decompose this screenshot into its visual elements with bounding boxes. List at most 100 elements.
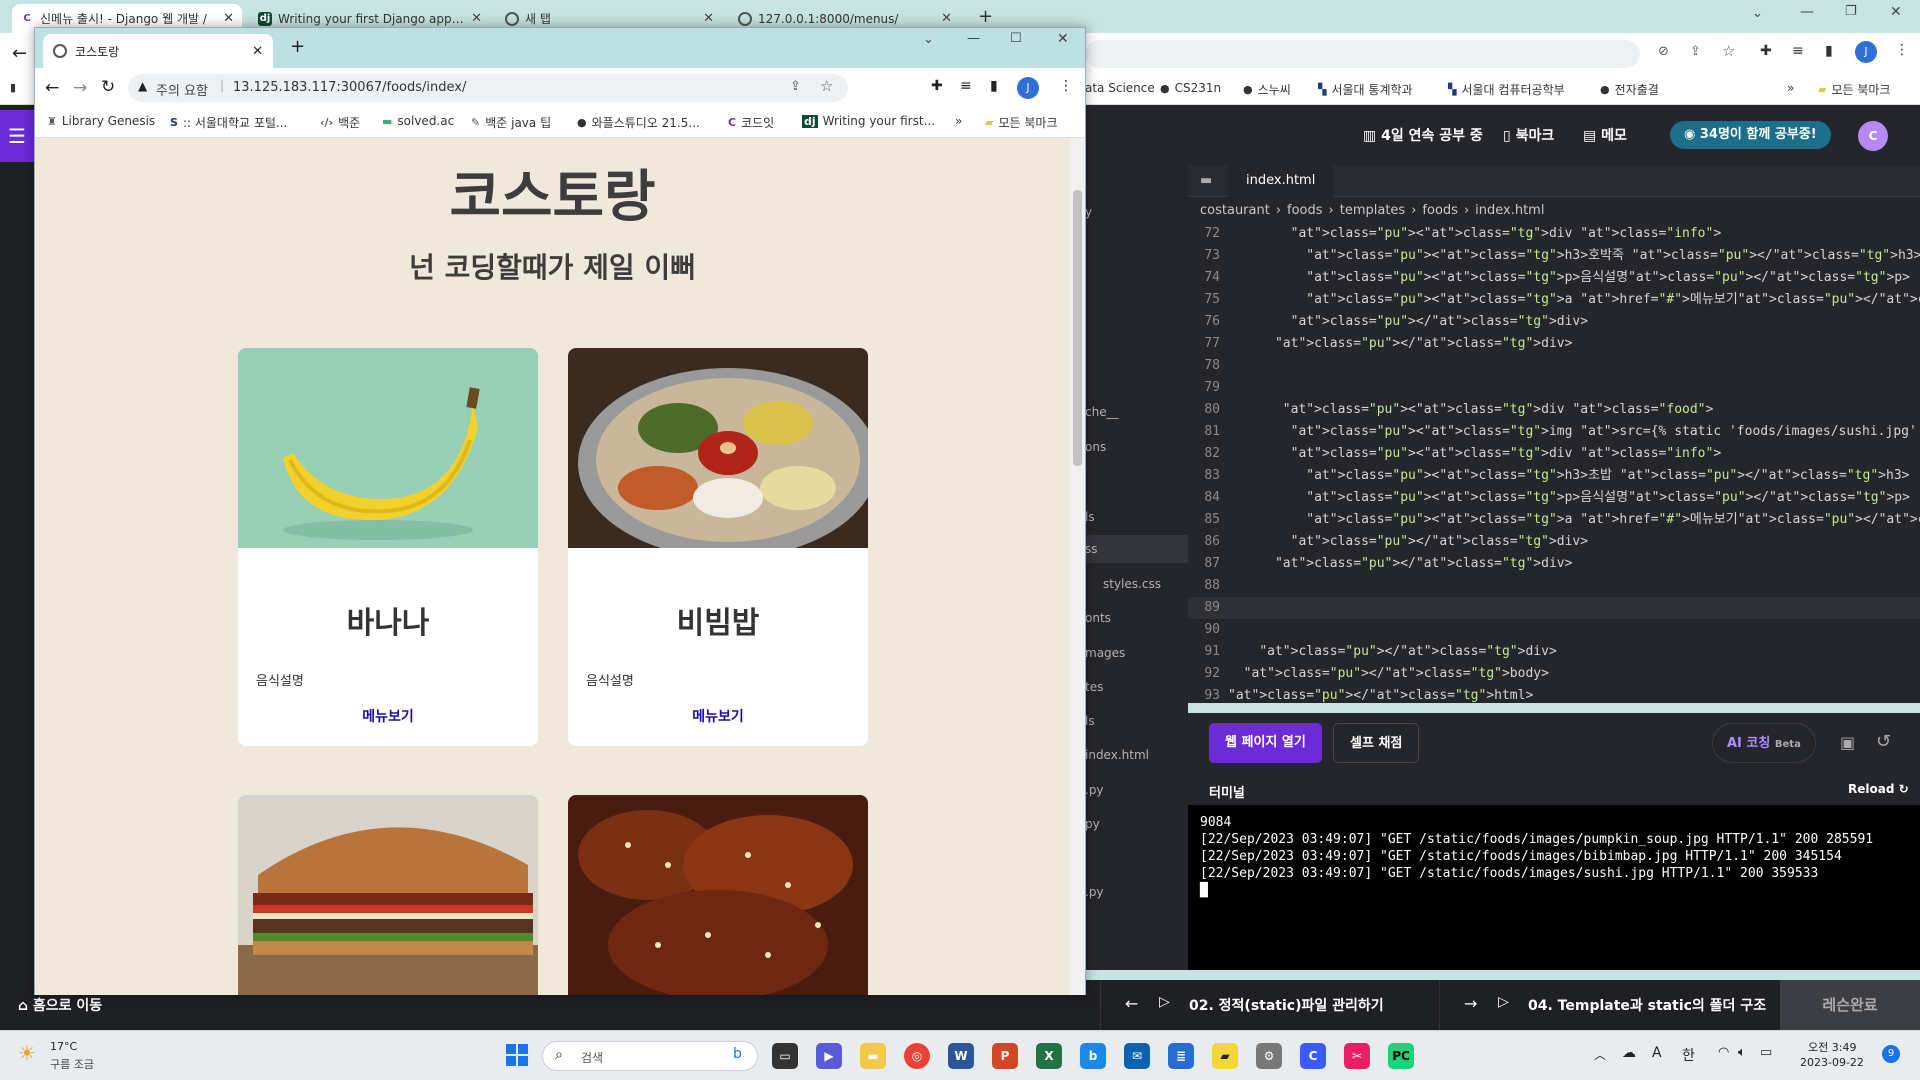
- prev-lesson-button[interactable]: ← ▷ 02. 정적(static)파일 관리하기: [1100, 980, 1440, 1030]
- teams-icon[interactable]: ▶: [816, 1043, 842, 1069]
- code-line[interactable]: 82 "at">class="pu"><"at">class="tg">div …: [1188, 443, 1920, 465]
- restore-icon[interactable]: ❐: [1845, 4, 1857, 19]
- save-icon[interactable]: ▣: [1840, 733, 1855, 752]
- file-tree-item[interactable]: .py: [1085, 783, 1104, 797]
- bookmark-item[interactable]: ♜ Library Genesis: [47, 114, 155, 128]
- menu-link[interactable]: 메뉴보기: [238, 706, 538, 726]
- wifi-icon[interactable]: ◠: [1718, 1045, 1729, 1060]
- weather-temp[interactable]: 17°C: [50, 1040, 77, 1053]
- translate-icon[interactable]: ⊘: [1658, 44, 1669, 59]
- breadcrumb-item[interactable]: index.html: [1475, 203, 1544, 218]
- code-line[interactable]: 78: [1188, 355, 1920, 377]
- url-text[interactable]: 13.125.183.117:30067/foods/index/: [233, 80, 466, 95]
- code-line[interactable]: 80 "at">class="pu"><"at">class="tg">div …: [1188, 399, 1920, 421]
- menu-link[interactable]: 메뉴보기: [568, 706, 868, 726]
- page-scrollbar[interactable]: [1070, 138, 1085, 995]
- minimize-icon[interactable]: —: [967, 31, 980, 46]
- star-icon[interactable]: ☆: [1722, 42, 1735, 60]
- extensions-icon[interactable]: ✚: [1760, 43, 1772, 59]
- powerpoint-icon[interactable]: P: [992, 1043, 1018, 1069]
- app-icon[interactable]: C: [1300, 1043, 1326, 1069]
- file-tree-item[interactable]: ons: [1085, 440, 1106, 454]
- code-line[interactable]: 90: [1188, 619, 1920, 641]
- clock-time[interactable]: 오전 3:49: [1808, 1039, 1856, 1055]
- close-window-icon[interactable]: ✕: [1890, 4, 1902, 20]
- mail-icon[interactable]: ✉: [1124, 1043, 1150, 1069]
- menu-icon[interactable]: ⋮: [1895, 42, 1909, 58]
- file-tree-item[interactable]: index.html: [1085, 748, 1149, 762]
- code-line[interactable]: 79: [1188, 377, 1920, 399]
- file-tree-item[interactable]: tes: [1085, 680, 1103, 694]
- code-line[interactable]: 93 "at">class="pu"></"at">class="tg">html…: [1188, 685, 1920, 703]
- bookmarks-overflow-icon[interactable]: »: [955, 114, 962, 128]
- bookmark-item[interactable]: dj Writing your first...: [802, 114, 935, 128]
- code-line[interactable]: 75 "at">class="pu"><"at">class="tg">a "a…: [1188, 289, 1920, 311]
- maximize-icon[interactable]: ☐: [1010, 31, 1022, 46]
- folder-icon[interactable]: ▬: [1200, 173, 1212, 188]
- bookmark-button[interactable]: ▯ 북마크: [1503, 125, 1554, 145]
- taskbar-search[interactable]: ⌕ 검색 b: [542, 1041, 758, 1071]
- bookmark-item[interactable]: ● 스누씨: [1243, 81, 1291, 98]
- terminal-output[interactable]: 9084 [22/Sep/2023 03:49:07] "GET /static…: [1188, 805, 1920, 970]
- code-line[interactable]: 85 "at">class="pu"><"at">class="tg">a "a…: [1188, 509, 1920, 531]
- sidepanel-icon[interactable]: ▮: [1825, 43, 1833, 59]
- app-icon[interactable]: b: [1080, 1043, 1106, 1069]
- code-line[interactable]: 84 "at">class="pu"><"at">class="tg">p>음식…: [1188, 487, 1920, 509]
- code-line[interactable]: 77 "at">class="pu"></"at">class="tg">div…: [1188, 333, 1920, 355]
- new-tab-icon[interactable]: +: [978, 6, 993, 27]
- onedrive-icon[interactable]: ☁: [1622, 1045, 1636, 1061]
- bookmark-item[interactable]: S:: 서울대학교 포털...: [170, 114, 287, 131]
- bookmark-item[interactable]: ▬ solved.ac: [382, 114, 454, 128]
- all-bookmarks[interactable]: ▰ 모든 북마크: [1818, 81, 1890, 98]
- code-line[interactable]: 74 "at">class="pu"><"at">class="tg">p>음식…: [1188, 267, 1920, 289]
- bookmark-item[interactable]: ▚ 서울대 컴퓨터공학부: [1448, 81, 1565, 98]
- code-line[interactable]: 86 "at">class="pu"></"at">class="tg">div…: [1188, 531, 1920, 553]
- file-tree-item[interactable]: che__: [1085, 405, 1119, 419]
- chrome-icon[interactable]: ◎: [904, 1043, 930, 1069]
- memo-button[interactable]: ▤ 메모: [1583, 125, 1627, 145]
- excel-icon[interactable]: X: [1036, 1043, 1062, 1069]
- bookmark-item[interactable]: ata Science: [1085, 81, 1155, 95]
- breadcrumb-item[interactable]: foods: [1287, 203, 1323, 218]
- ime-language[interactable]: 한: [1682, 1045, 1695, 1065]
- editor-tab-index[interactable]: index.html: [1228, 165, 1334, 197]
- open-webpage-button[interactable]: 웹 페이지 열기: [1209, 723, 1322, 763]
- close-tab-icon[interactable]: ✕: [703, 11, 714, 26]
- user-avatar[interactable]: C: [1858, 121, 1888, 151]
- code-line[interactable]: 89: [1188, 597, 1920, 619]
- tab-search-icon[interactable]: ⌄: [1752, 6, 1763, 21]
- code-line[interactable]: 72 "at">class="pu"><"at">class="tg">div …: [1188, 223, 1920, 245]
- media-icon[interactable]: ≡: [1792, 43, 1804, 59]
- ai-coach-button[interactable]: AI 코칭 Beta: [1712, 723, 1816, 763]
- breadcrumb-item[interactable]: foods: [1422, 203, 1458, 218]
- windows-start-icon[interactable]: [506, 1044, 528, 1066]
- bookmark-item[interactable]: C 코드잇: [728, 114, 774, 131]
- minimize-icon[interactable]: —: [1800, 4, 1814, 20]
- bookmarks-overflow-icon[interactable]: »: [1787, 81, 1794, 95]
- new-tab-icon[interactable]: +: [290, 36, 305, 57]
- file-tree-item[interactable]: ls: [1085, 714, 1095, 728]
- file-tree-item[interactable]: y: [1085, 205, 1092, 219]
- file-tree-item[interactable]: ls: [1085, 510, 1095, 524]
- battery-icon[interactable]: ▭: [1760, 1045, 1772, 1060]
- bookmark-item[interactable]: ● 전자출결: [1600, 81, 1659, 98]
- code-line[interactable]: 92 "at">class="pu"></"at">class="tg">bod…: [1188, 663, 1920, 685]
- star-icon[interactable]: ☆: [820, 77, 833, 95]
- menu-icon[interactable]: ⋮: [1059, 78, 1073, 94]
- breadcrumb-item[interactable]: templates: [1340, 203, 1405, 218]
- word-icon[interactable]: W: [948, 1043, 974, 1069]
- extensions-icon[interactable]: ✚: [931, 78, 943, 94]
- sidepanel-icon[interactable]: ▮: [990, 78, 998, 94]
- home-link[interactable]: ⌂ 홈으로 이동: [18, 995, 102, 1015]
- volume-icon[interactable]: 🔈︎: [1738, 1045, 1746, 1060]
- bookmark-item[interactable]: ▚ 서울대 통계학과: [1318, 81, 1413, 98]
- close-tab-icon[interactable]: ✕: [223, 11, 234, 26]
- profile-avatar[interactable]: J: [1017, 77, 1039, 99]
- share-icon[interactable]: ⇪: [1690, 44, 1701, 59]
- forward-arrow-icon[interactable]: →: [73, 78, 87, 98]
- ime-mode[interactable]: A: [1652, 1045, 1662, 1061]
- code-line[interactable]: 88: [1188, 575, 1920, 597]
- code-line[interactable]: 87 "at">class="pu"></"at">class="tg">div…: [1188, 553, 1920, 575]
- all-bookmarks[interactable]: ▰ 모든 북마크: [985, 114, 1057, 131]
- close-tab-icon[interactable]: ✕: [252, 44, 263, 59]
